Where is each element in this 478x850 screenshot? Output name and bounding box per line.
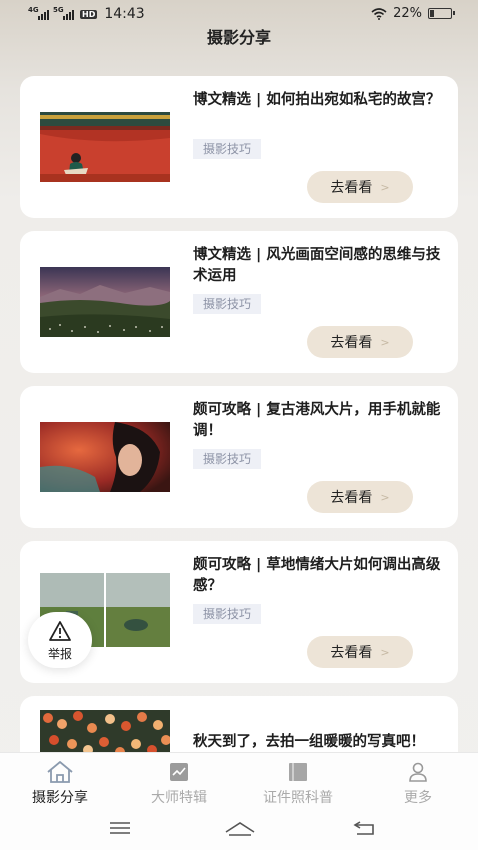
- article-title[interactable]: 博文精选 | 如何拍出宛如私宅的故宫？: [193, 90, 445, 111]
- report-button[interactable]: 举报: [28, 612, 92, 668]
- article-tag: 摄影技巧: [193, 294, 262, 314]
- go-read-label: 去看看: [330, 180, 373, 196]
- status-time: 14:43: [104, 6, 145, 22]
- tab-label: 摄影分享: [32, 790, 88, 806]
- go-read-label: 去看看: [330, 335, 373, 351]
- report-label: 举报: [47, 647, 72, 661]
- tab-photo-share[interactable]: 摄影分享: [5, 759, 115, 809]
- article-card[interactable]: 博文精选 | 如何拍出宛如私宅的故宫？ 摄影技巧 去看看 >: [20, 76, 458, 218]
- article-title[interactable]: 颇可攻略 | 草地情绪大片如何调出高级感？: [193, 555, 445, 597]
- article-card[interactable]: 博文精选 | 风光画面空间感的思维与技术运用 摄影技巧 去看看 >: [20, 231, 458, 373]
- go-read-button[interactable]: 去看看 >: [307, 326, 413, 358]
- article-card[interactable]: 颇可攻略 | 复古港风大片，用手机就能调！ 摄影技巧 去看看 >: [20, 386, 458, 528]
- tab-more[interactable]: 更多: [363, 759, 473, 809]
- back-icon[interactable]: [352, 820, 376, 836]
- page-title: 摄影分享: [206, 28, 271, 47]
- go-read-button[interactable]: 去看看 >: [307, 171, 413, 203]
- article-thumbnail: [40, 422, 170, 492]
- hd-badge: HD: [80, 9, 98, 19]
- bottom-tab-bar: 摄影分享 大师特辑 证件照科普 更多: [0, 752, 478, 811]
- tab-label: 大师特辑: [151, 790, 207, 806]
- status-right: 22%: [371, 6, 455, 21]
- article-thumbnail: [40, 267, 170, 337]
- chevron-right-icon: >: [380, 645, 390, 659]
- signal-icon: 4G: [28, 6, 49, 20]
- tab-master-special[interactable]: 大师特辑: [124, 759, 234, 809]
- go-read-label: 去看看: [330, 645, 373, 661]
- tab-id-photo-guide[interactable]: 证件照科普: [243, 759, 353, 809]
- user-icon: [409, 762, 427, 782]
- article-title[interactable]: 秋天到了，去拍一组暖暖的写真吧！: [193, 732, 445, 753]
- article-title[interactable]: 博文精选 | 风光画面空间感的思维与技术运用: [193, 245, 445, 287]
- status-left: 4G 5G HD 14:43: [28, 6, 145, 22]
- battery-icon: [428, 8, 455, 19]
- article-tag: 摄影技巧: [193, 604, 262, 624]
- battery-percent: 22%: [393, 6, 422, 21]
- home-nav-icon[interactable]: [224, 820, 256, 836]
- signal-icon: 5G: [53, 6, 74, 20]
- go-read-button[interactable]: 去看看 >: [307, 636, 413, 668]
- article-title[interactable]: 颇可攻略 | 复古港风大片，用手机就能调！: [193, 400, 445, 442]
- article-tag: 摄影技巧: [193, 139, 262, 159]
- wifi-icon: [371, 7, 387, 20]
- chevron-right-icon: >: [380, 490, 390, 504]
- book-icon: [289, 763, 307, 781]
- chart-icon: [170, 763, 188, 781]
- article-tag: 摄影技巧: [193, 449, 262, 469]
- tab-label: 证件照科普: [263, 790, 333, 806]
- chevron-right-icon: >: [380, 180, 390, 194]
- system-nav-bar: [0, 810, 478, 850]
- go-read-label: 去看看: [330, 490, 373, 506]
- battery-fill: [430, 10, 434, 17]
- article-thumbnail: [40, 112, 170, 182]
- go-read-button[interactable]: 去看看 >: [307, 481, 413, 513]
- chevron-right-icon: >: [380, 335, 390, 349]
- warning-icon: [49, 621, 71, 641]
- menu-icon[interactable]: [108, 820, 132, 836]
- signal-label-2: 5G: [53, 6, 64, 14]
- signal-label-1: 4G: [28, 6, 39, 14]
- tab-label: 更多: [404, 790, 432, 806]
- home-icon: [47, 761, 73, 783]
